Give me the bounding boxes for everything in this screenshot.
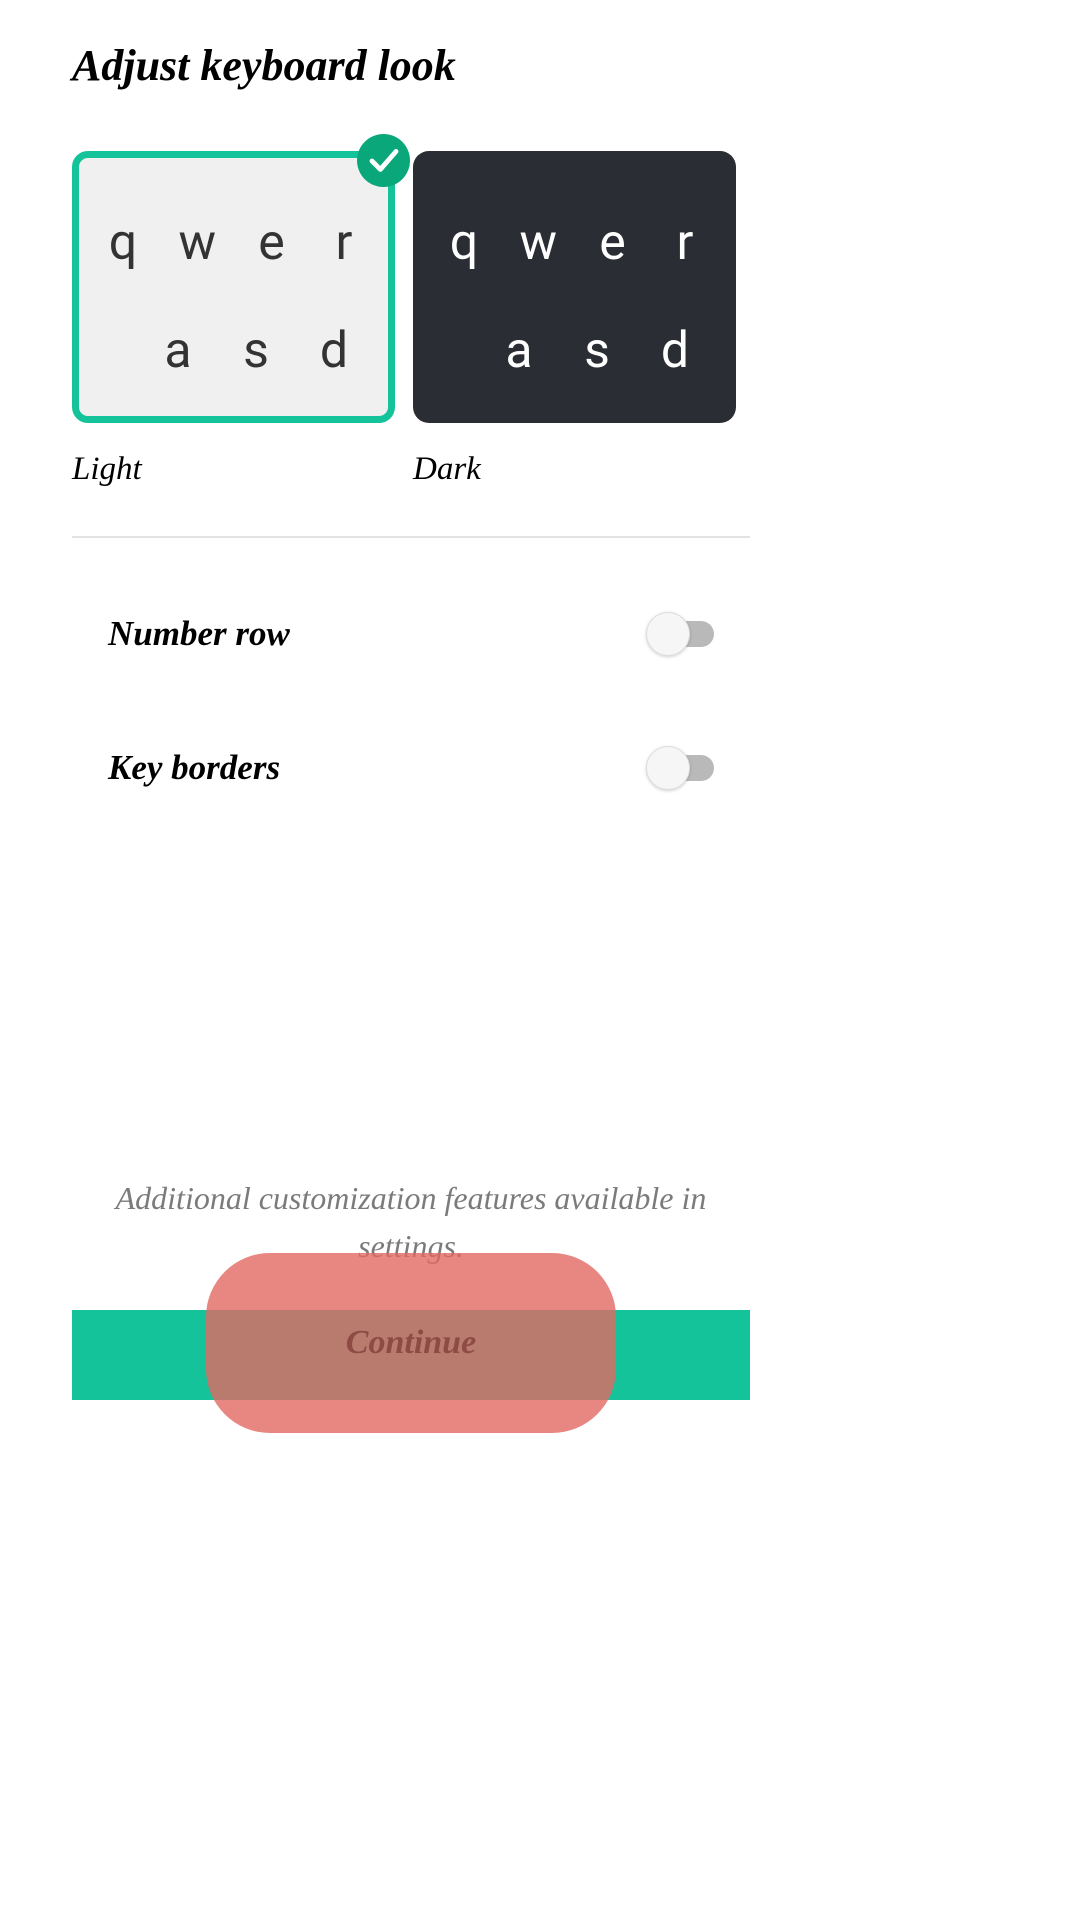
theme-label-dark: Dark: [413, 451, 736, 488]
sample-key-row: q w e r: [437, 189, 712, 297]
sample-key: a: [502, 322, 536, 380]
sample-key: w: [178, 214, 216, 272]
sample-key-row: a s d: [437, 297, 712, 405]
theme-label-light: Light: [72, 451, 395, 488]
toggle-thumb: [646, 746, 690, 790]
footer: Additional customization features availa…: [72, 1174, 750, 1405]
check-icon: [357, 134, 410, 187]
setting-key-borders[interactable]: Key borders: [72, 728, 750, 808]
sample-key: r: [327, 214, 361, 272]
setting-label: Number row: [108, 614, 290, 654]
toggle-thumb: [646, 612, 690, 656]
sample-key: w: [519, 214, 557, 272]
sample-key: s: [239, 322, 273, 380]
sample-key: d: [317, 322, 351, 380]
divider: [72, 536, 750, 538]
footer-note: Additional customization features availa…: [72, 1174, 750, 1270]
sample-key: d: [658, 322, 692, 380]
theme-selector: q w e r a s d q w e r a s d: [72, 151, 750, 423]
sample-key: e: [255, 214, 289, 272]
sample-key-row: a s d: [96, 297, 371, 405]
sample-key: q: [447, 214, 481, 272]
sample-key: e: [596, 214, 630, 272]
sample-key: s: [580, 322, 614, 380]
theme-labels: Light Dark: [72, 451, 750, 488]
theme-option-light[interactable]: q w e r a s d: [72, 151, 395, 423]
theme-option-dark[interactable]: q w e r a s d: [413, 151, 736, 423]
setting-label: Key borders: [108, 748, 280, 788]
sample-key: r: [668, 214, 702, 272]
toggle-number-row[interactable]: [646, 612, 714, 656]
sample-key-row: q w e r: [96, 189, 371, 297]
continue-button[interactable]: [72, 1310, 750, 1400]
setting-number-row[interactable]: Number row: [72, 594, 750, 674]
sample-key: q: [106, 214, 140, 272]
toggle-key-borders[interactable]: [646, 746, 714, 790]
sample-key: a: [161, 322, 195, 380]
page-title: Adjust keyboard look: [72, 40, 750, 91]
